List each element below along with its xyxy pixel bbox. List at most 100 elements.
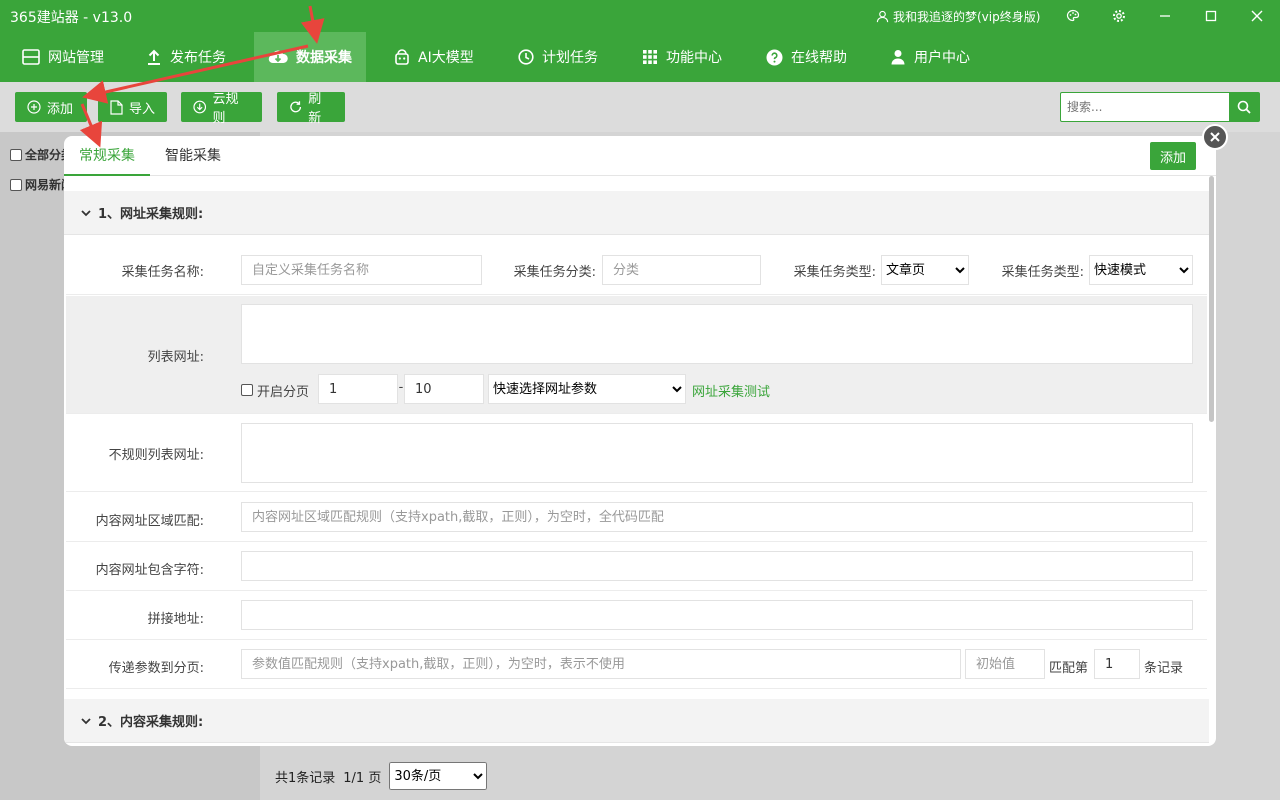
row-content-area: 内容网址区域匹配:: [66, 492, 1207, 542]
task-type-label: 采集任务类型:: [793, 265, 876, 280]
page-from-input[interactable]: [318, 374, 398, 404]
task-mode-select[interactable]: 快速模式: [1089, 255, 1193, 285]
list-url-textarea[interactable]: [241, 304, 1193, 364]
page-to-input[interactable]: [404, 374, 484, 404]
nav-item-online-help[interactable]: 在线帮助: [752, 32, 861, 82]
user-name: 我和我追逐的梦(vip终身版): [893, 10, 1041, 24]
task-category-input[interactable]: [602, 255, 761, 285]
dialog-close-button[interactable]: [1202, 124, 1228, 150]
plus-circle-icon: [27, 100, 41, 114]
gear-icon: [1113, 10, 1125, 22]
chevron-down-icon: [81, 209, 91, 216]
page-indicator: 1/1 页: [343, 770, 382, 786]
title-bar: 365建站器 - v13.0 我和我追逐的梦(vip终身版): [0, 0, 1280, 32]
search-button[interactable]: [1229, 93, 1259, 121]
nav-item-ai-model[interactable]: AI大模型: [380, 32, 488, 82]
add-collection-task-dialog: 常规采集 智能采集 添加 1、网址采集规则: 采集任务名称: 采集任务分类: 采…: [64, 136, 1216, 746]
help-icon: [766, 49, 783, 65]
row-content-contains: 内容网址包含字符:: [66, 542, 1207, 591]
paging-label: 开启分页: [257, 385, 310, 400]
settings-button[interactable]: [1108, 6, 1130, 26]
total-records: 共1条记录: [275, 770, 336, 786]
dialog-tabs: 常规采集 智能采集 添加: [64, 136, 1216, 176]
close-icon: [1251, 10, 1263, 22]
tab-regular-collection[interactable]: 常规采集: [64, 136, 150, 176]
task-name-input[interactable]: [241, 255, 482, 285]
category-netease-checkbox[interactable]: [10, 178, 22, 191]
cloud-rules-button[interactable]: 云规则: [181, 92, 262, 126]
add-button[interactable]: 添加: [15, 92, 87, 122]
toolbar: 添加 导入 云规则 刷新: [0, 82, 1280, 132]
user-icon: [891, 50, 905, 65]
pass-param-label: 传递参数到分页:: [108, 661, 204, 676]
url-test-link[interactable]: 网址采集测试: [692, 381, 770, 400]
user-account[interactable]: 我和我追逐的梦(vip终身版): [876, 8, 1040, 25]
import-button[interactable]: 导入: [98, 92, 167, 122]
search-icon: [1237, 100, 1251, 114]
dialog-form: 1、网址采集规则: 采集任务名称: 采集任务分类: 采集任务类型: 文章页 采集…: [64, 176, 1216, 746]
content-contains-input[interactable]: [241, 551, 1193, 581]
row-pass-param: 传递参数到分页: 匹配第 条记录: [66, 640, 1207, 689]
nav-item-data-collection[interactable]: 数据采集: [254, 32, 366, 82]
content-contains-label: 内容网址包含字符:: [95, 563, 204, 578]
paging-checkbox[interactable]: [241, 384, 253, 396]
row-task-basic: 采集任务名称: 采集任务分类: 采集任务类型: 文章页 采集任务类型: 快速模式: [66, 243, 1207, 295]
irregular-url-textarea[interactable]: [241, 423, 1193, 483]
download-circle-icon: [193, 100, 207, 114]
minimize-button[interactable]: [1154, 6, 1176, 26]
maximize-button[interactable]: [1200, 6, 1222, 26]
match-prefix-label: 匹配第: [1049, 661, 1089, 676]
cloud-download-icon: [268, 50, 288, 64]
irregular-url-label: 不规则列表网址:: [108, 448, 204, 463]
tab-smart-collection[interactable]: 智能采集: [150, 136, 236, 176]
nav-item-feature-center[interactable]: 功能中心: [628, 32, 736, 82]
task-category-label: 采集任务分类:: [513, 265, 596, 280]
nav-item-publish-task[interactable]: 发布任务: [132, 32, 240, 82]
join-address-input[interactable]: [241, 600, 1193, 630]
pagination: 共1条记录 1/1 页 30条/页: [275, 762, 488, 790]
grid-icon: [643, 50, 657, 64]
upload-icon: [148, 49, 160, 65]
skin-button[interactable]: [1062, 6, 1084, 26]
user-outline-icon: [876, 10, 889, 23]
row-irregular-url: 不规则列表网址:: [66, 414, 1207, 492]
site-icon: [22, 49, 40, 65]
per-page-select[interactable]: 30条/页: [389, 762, 488, 790]
category-all-checkbox[interactable]: [10, 148, 22, 161]
main-nav: 网站管理 发布任务 数据采集 AI大模型 计划任务 功能中心 在线帮助 用户中心: [0, 32, 1280, 82]
match-suffix-label: 条记录: [1144, 661, 1184, 676]
list-url-label: 列表网址:: [147, 350, 204, 365]
match-index-input[interactable]: [1094, 649, 1140, 679]
quick-param-select[interactable]: 快速选择网址参数: [488, 374, 686, 404]
search-box: [1060, 92, 1260, 122]
close-window-button[interactable]: [1246, 6, 1268, 26]
initial-value-input[interactable]: [965, 649, 1045, 679]
task-name-label: 采集任务名称:: [121, 265, 204, 280]
nav-item-user-center[interactable]: 用户中心: [876, 32, 984, 82]
nav-item-site-management[interactable]: 网站管理: [8, 32, 118, 82]
section-content-rules-header[interactable]: 2、内容采集规则:: [64, 699, 1209, 743]
refresh-button[interactable]: 刷新: [277, 92, 345, 126]
join-address-label: 拼接地址:: [147, 612, 204, 627]
minimize-icon: [1160, 15, 1170, 17]
dialog-add-button[interactable]: 添加: [1150, 142, 1196, 170]
task-mode-label: 采集任务类型:: [1001, 265, 1084, 280]
close-icon: [1210, 132, 1220, 142]
search-input[interactable]: [1061, 93, 1229, 121]
task-type-select[interactable]: 文章页: [881, 255, 969, 285]
row-join-address: 拼接地址:: [66, 591, 1207, 640]
section-url-rules-header[interactable]: 1、网址采集规则:: [64, 191, 1209, 235]
maximize-icon: [1205, 10, 1217, 22]
clock-icon: [518, 49, 534, 65]
row-list-url: 列表网址: 开启分页 - 快速选择网址参数 网址采集测试: [66, 296, 1207, 414]
chevron-down-icon: [81, 717, 91, 724]
palette-icon: [1066, 9, 1080, 22]
app-title: 365建站器 - v13.0: [10, 10, 133, 26]
content-area-label: 内容网址区域匹配:: [95, 514, 204, 529]
content-area-input[interactable]: [241, 502, 1193, 532]
nav-item-scheduled-task[interactable]: 计划任务: [504, 32, 612, 82]
file-icon: [110, 99, 123, 115]
dialog-scrollbar[interactable]: [1209, 176, 1214, 422]
pass-param-input[interactable]: [241, 649, 961, 679]
robot-icon: [395, 49, 409, 65]
